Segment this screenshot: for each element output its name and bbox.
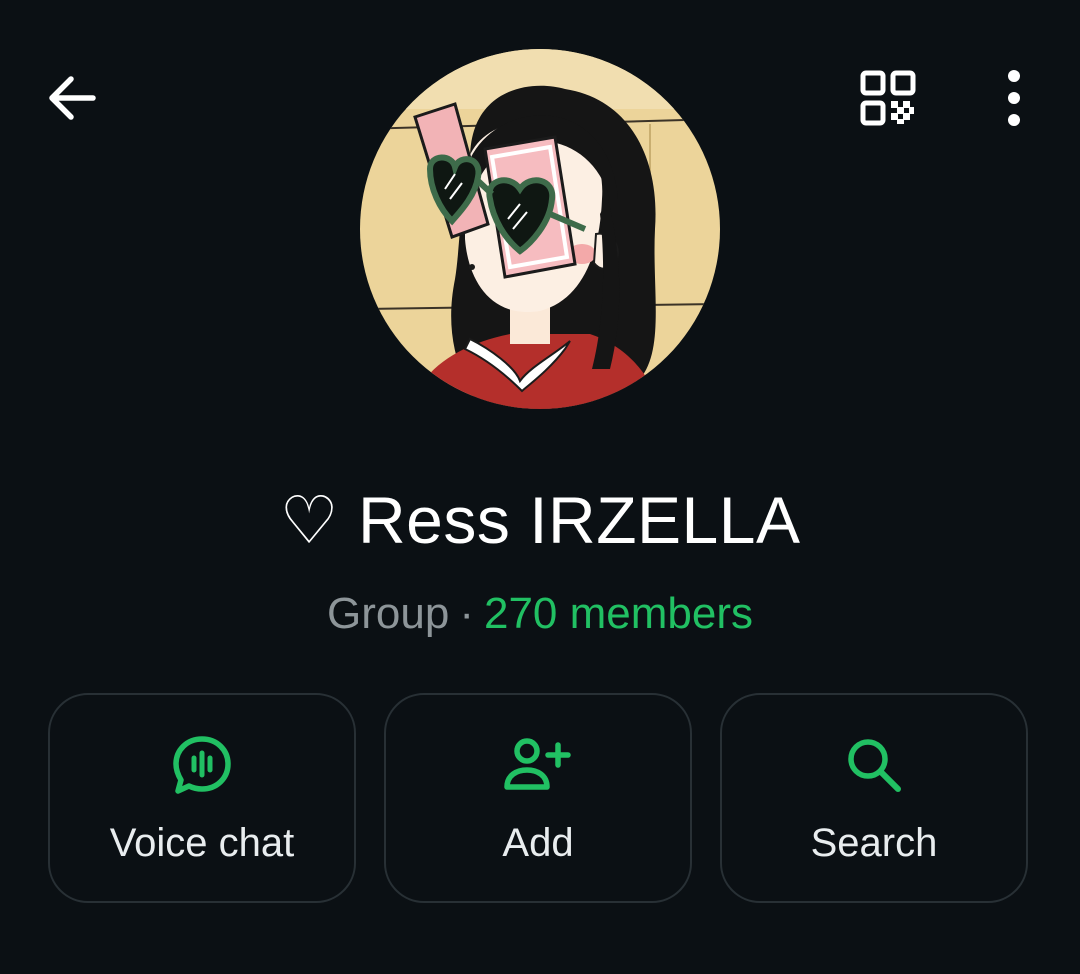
search-button[interactable]: Search (720, 693, 1028, 903)
search-label: Search (810, 821, 938, 865)
group-info-screen: ♡ Ress IRZELLA Group · 270 members Voice c… (0, 0, 1080, 974)
voice-chat-icon (173, 736, 231, 794)
group-avatar-illustration (360, 49, 720, 409)
voice-chat-button[interactable]: Voice chat (48, 693, 356, 903)
qr-code-icon (860, 70, 916, 126)
search-icon (848, 739, 901, 792)
qr-code-button[interactable] (846, 56, 930, 140)
members-count-link[interactable]: 270 members (484, 589, 753, 638)
group-subtitle: Group · 270 members (0, 584, 1080, 644)
arrow-left-icon (49, 76, 96, 120)
group-kind-label: Group (327, 589, 450, 638)
group-avatar[interactable] (360, 49, 720, 409)
add-participant-button[interactable]: Add (384, 693, 692, 903)
add-person-icon (504, 738, 571, 790)
add-label: Add (502, 821, 574, 865)
back-button[interactable] (30, 56, 114, 140)
more-vertical-icon (1008, 70, 1020, 126)
group-name: ♡ Ress IRZELLA (279, 483, 801, 557)
separator-dot: · (459, 589, 474, 638)
voice-chat-label: Voice chat (109, 821, 295, 865)
more-options-button[interactable] (972, 56, 1056, 140)
action-buttons-row: Voice chat Add Search (48, 693, 1032, 905)
